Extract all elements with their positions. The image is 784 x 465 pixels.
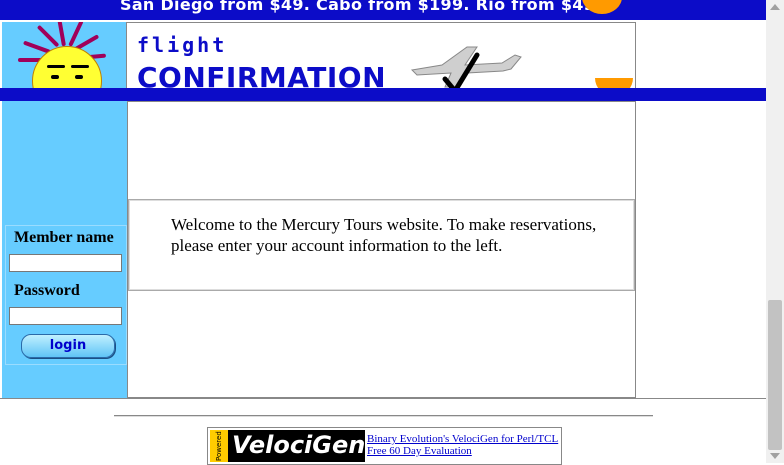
velocigen-link[interactable]: Binary Evolution's VelociGen for Perl/TC…: [367, 433, 558, 445]
scroll-up-icon[interactable]: [770, 4, 780, 10]
velocigen-logo-text: VelociGen!: [232, 431, 365, 459]
site-header: flight CONFIRMATION: [0, 20, 766, 89]
flight-title: flight: [137, 33, 228, 57]
welcome-box: Welcome to the Mercury Tours website. To…: [128, 199, 635, 291]
velocigen-badge[interactable]: Powered by VelociGen! Binary Evolution's…: [207, 427, 562, 465]
confirmation-header: flight CONFIRMATION: [126, 22, 636, 89]
scroll-thumb[interactable]: [768, 300, 782, 450]
sun-logo-icon: [2, 22, 126, 88]
welcome-text: Welcome to the Mercury Tours website. To…: [171, 215, 597, 255]
velocigen-logo[interactable]: Powered by VelociGen!: [210, 430, 365, 462]
promo-text: San Diego from $49. Cabo from $199. Rio …: [120, 0, 613, 14]
main-content: Welcome to the Mercury Tours website. To…: [127, 101, 636, 398]
member-name-label: Member name: [14, 229, 114, 246]
header-divider-bar: [0, 88, 784, 101]
sidebar: Member name Password login: [2, 101, 127, 398]
login-form: Member name Password login: [5, 225, 127, 365]
vertical-scrollbar[interactable]: [766, 0, 784, 463]
footer-divider: [114, 415, 653, 417]
content-bottom-border: [0, 398, 766, 399]
scroll-down-icon[interactable]: [770, 453, 780, 459]
promo-banner[interactable]: San Diego from $49. Cabo from $199. Rio …: [0, 0, 766, 20]
powered-by-label: Powered by: [210, 430, 241, 462]
confirmation-title: CONFIRMATION: [137, 61, 387, 89]
login-button[interactable]: login: [21, 334, 115, 358]
member-name-input[interactable]: [9, 254, 122, 272]
free-evaluation-link[interactable]: Free 60 Day Evaluation: [367, 445, 558, 457]
velocigen-links: Binary Evolution's VelociGen for Perl/TC…: [367, 433, 558, 457]
password-input[interactable]: [9, 307, 122, 325]
airplane-icon: [410, 46, 522, 89]
password-label: Password: [14, 282, 80, 299]
